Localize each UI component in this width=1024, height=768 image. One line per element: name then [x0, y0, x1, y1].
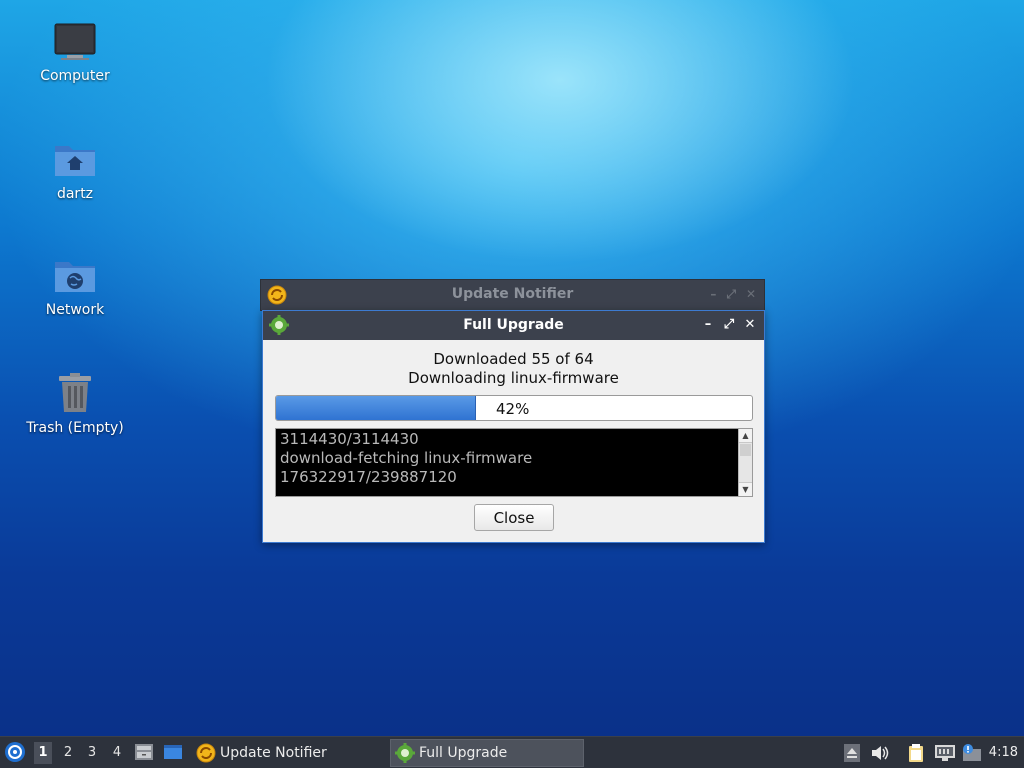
log-scrollbar[interactable]: ▲ ▼: [738, 429, 752, 496]
update-notifier-window[interactable]: Update Notifier – ⤢ ✕: [260, 279, 765, 311]
scroll-thumb[interactable]: [740, 444, 751, 456]
task-update-notifier[interactable]: Update Notifier: [192, 739, 382, 767]
clock[interactable]: 4:18: [989, 745, 1018, 760]
home-folder-icon: [55, 146, 95, 176]
maximize-button[interactable]: ⤢: [726, 287, 736, 301]
eject-icon: [844, 744, 860, 762]
scroll-down-arrow-icon[interactable]: ▼: [739, 482, 752, 496]
desktop-icon-label: Trash (Empty): [26, 420, 124, 436]
log-output[interactable]: 3114430/3114430 download-fetching linux-…: [275, 428, 753, 497]
desktop-icon: [164, 745, 182, 759]
desktop-icon-network[interactable]: Network: [20, 256, 130, 318]
task-label: Full Upgrade: [419, 745, 508, 761]
progress-fill: [276, 396, 476, 420]
info-alert-icon: [963, 744, 981, 761]
close-button[interactable]: ✕: [746, 287, 756, 301]
download-package-status: Downloading linux-firmware: [408, 369, 619, 387]
show-desktop-launcher[interactable]: [163, 742, 183, 766]
desktop-icon-home-folder[interactable]: dartz: [20, 140, 130, 202]
workspace-3[interactable]: 3: [83, 745, 101, 760]
network-wired-icon: [935, 745, 955, 761]
dialog-title: Full Upgrade: [463, 317, 564, 333]
lubuntu-logo-icon: [5, 742, 25, 762]
taskbar: 1 2 3 4 Update Notifier Full Upgrade 4:1…: [0, 736, 1024, 768]
full-upgrade-dialog: Full Upgrade – ⤢ ✕ Downloaded 55 of 64 D…: [262, 310, 765, 543]
clipboard-icon: [909, 744, 923, 762]
progress-text: 42%: [496, 400, 530, 418]
download-count-status: Downloaded 55 of 64: [433, 350, 594, 368]
scroll-up-arrow-icon[interactable]: ▲: [739, 429, 752, 443]
workspace-1[interactable]: 1: [34, 742, 52, 764]
task-full-upgrade[interactable]: Full Upgrade: [390, 739, 584, 767]
volume-tray-button[interactable]: [870, 743, 890, 767]
log-line: 176322917/239887120: [280, 468, 457, 486]
dialog-titlebar[interactable]: Full Upgrade – ⤢ ✕: [263, 311, 764, 340]
network-tray-button[interactable]: [934, 743, 956, 767]
gear-icon: [395, 743, 415, 763]
file-manager-launcher[interactable]: [134, 742, 154, 766]
start-menu-button[interactable]: [4, 741, 26, 767]
computer-icon: [54, 23, 96, 60]
progress-bar: 42%: [275, 395, 753, 421]
desktop-icon-label: Computer: [40, 68, 110, 84]
workspace-4[interactable]: 4: [108, 745, 126, 760]
update-notification-tray-button[interactable]: [961, 743, 983, 767]
dialog-close-button[interactable]: Close: [474, 504, 554, 531]
close-button[interactable]: ✕: [744, 317, 756, 333]
eject-tray-button[interactable]: [843, 743, 861, 767]
desktop-icon-label: Network: [45, 302, 105, 318]
log-line: download-fetching linux-firmware: [280, 449, 533, 467]
minimize-button[interactable]: –: [702, 317, 714, 333]
clipboard-tray-button[interactable]: [906, 743, 926, 767]
maximize-button[interactable]: ⤢: [723, 317, 735, 333]
workspace-2[interactable]: 2: [59, 745, 77, 760]
log-line: 3114430/3114430: [280, 430, 419, 448]
network-folder-icon: [55, 262, 95, 292]
minimize-button[interactable]: –: [710, 287, 716, 301]
window-title: Update Notifier: [451, 286, 574, 302]
speaker-icon: [872, 746, 889, 760]
update-notifier-icon: [196, 743, 216, 763]
desktop-icon-trash[interactable]: Trash (Empty): [20, 372, 130, 436]
file-cabinet-icon: [135, 744, 153, 760]
desktop-icon-computer[interactable]: Computer: [20, 22, 130, 84]
trash-icon: [59, 373, 91, 412]
task-label: Update Notifier: [220, 745, 327, 761]
desktop-icon-label: dartz: [56, 186, 94, 202]
